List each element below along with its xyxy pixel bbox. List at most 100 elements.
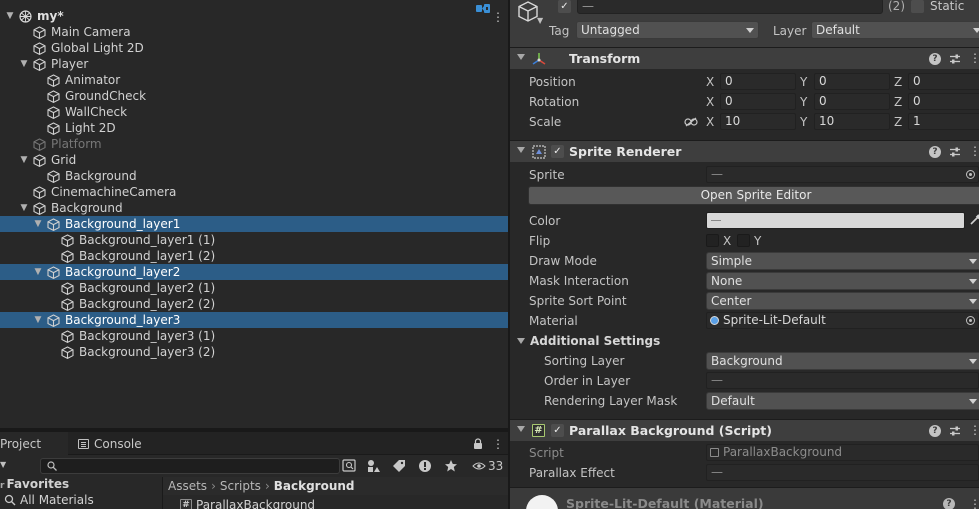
hierarchy-row[interactable]: ▼ Background_layer1: [0, 216, 508, 232]
hierarchy-row[interactable]: Background: [0, 168, 508, 184]
hierarchy-row[interactable]: ▼ Background_layer3: [0, 312, 508, 328]
open-sprite-editor-button[interactable]: Open Sprite Editor: [528, 186, 979, 205]
additional-settings-fold-icon[interactable]: [517, 338, 525, 344]
hierarchy-row[interactable]: Global Light 2D: [0, 40, 508, 56]
material-field[interactable]: Sprite-Lit-Default: [706, 312, 979, 329]
sorting-layer-dropdown[interactable]: Background: [706, 352, 979, 370]
icon-dropdown-arrow-icon[interactable]: ▼: [537, 16, 543, 25]
constrain-proportions-icon[interactable]: [684, 117, 698, 127]
additional-settings-label[interactable]: Additional Settings: [530, 332, 660, 350]
asset-item-parallax-background[interactable]: # ParallaxBackground: [180, 498, 315, 509]
gameobject-name-field[interactable]: —: [577, 0, 883, 14]
tab-project[interactable]: Project: [0, 432, 68, 455]
help-icon[interactable]: ?: [943, 498, 955, 509]
scale-x-axis-label[interactable]: X: [706, 113, 714, 131]
fold-arrow-icon[interactable]: [517, 426, 525, 432]
fold-arrow-icon[interactable]: ▼: [19, 152, 29, 168]
fold-arrow-icon[interactable]: [517, 147, 525, 153]
help-icon[interactable]: ?: [929, 425, 941, 437]
hierarchy-row[interactable]: ▼ Background: [0, 200, 508, 216]
sprite-sort-point-dropdown[interactable]: Center: [706, 292, 979, 310]
transform-header[interactable]: Transform ? ⋮: [510, 47, 979, 69]
hierarchy-row[interactable]: Main Camera: [0, 24, 508, 40]
hierarchy-row[interactable]: Background_layer2 (1): [0, 280, 508, 296]
hidden-packages-toggle[interactable]: 33: [472, 458, 503, 474]
hierarchy-kebab-icon[interactable]: ⋮: [492, 11, 504, 23]
tag-dropdown[interactable]: Untagged: [576, 21, 759, 39]
scale-z-axis-label[interactable]: Z: [894, 113, 902, 131]
order-in-layer-field[interactable]: —: [706, 372, 979, 389]
fold-arrow-icon[interactable]: ▼: [33, 312, 43, 328]
scale-z-field[interactable]: 1: [908, 113, 979, 130]
position-x-axis-label[interactable]: X: [706, 73, 714, 91]
tab-console[interactable]: Console: [76, 432, 166, 455]
parallax-effect-field[interactable]: —: [706, 464, 979, 481]
position-y-field[interactable]: 0: [814, 73, 890, 90]
hierarchy-row[interactable]: WallCheck: [0, 104, 508, 120]
cinemachine-camera-icon[interactable]: [476, 3, 492, 14]
rotation-y-axis-label[interactable]: Y: [800, 93, 807, 111]
sprite-renderer-header[interactable]: ✓ Sprite Renderer ? ⋮: [510, 140, 979, 162]
hierarchy-row[interactable]: Animator: [0, 72, 508, 88]
hierarchy-row[interactable]: Background_layer2 (2): [0, 296, 508, 312]
hierarchy-row[interactable]: Background_layer1 (1): [0, 232, 508, 248]
rotation-z-axis-label[interactable]: Z: [894, 93, 902, 111]
position-y-axis-label[interactable]: Y: [800, 73, 807, 91]
hierarchy-row[interactable]: Background_layer3 (1): [0, 328, 508, 344]
scale-y-field[interactable]: 10: [814, 113, 890, 130]
script-field[interactable]: ParallaxBackground: [706, 444, 979, 461]
sprite-renderer-enabled-checkbox[interactable]: ✓: [551, 145, 564, 158]
scene-row[interactable]: ▼ my*: [0, 8, 508, 24]
flip-y-checkbox[interactable]: [737, 234, 750, 247]
project-kebab-icon[interactable]: ⋮: [492, 438, 504, 450]
hierarchy-row[interactable]: ▼ Background_layer2: [0, 264, 508, 280]
favorites-heading[interactable]: r Favorites: [0, 477, 69, 491]
static-checkbox[interactable]: [911, 0, 924, 13]
parallax-background-header[interactable]: # ✓ Parallax Background (Script) ? ⋮: [510, 419, 979, 441]
filter-by-label-icon[interactable]: [391, 459, 407, 473]
fold-arrow-icon[interactable]: ▼: [5, 8, 15, 24]
breadcrumb-background[interactable]: Background: [274, 479, 355, 493]
presets-icon[interactable]: [949, 146, 961, 158]
fold-arrow-icon[interactable]: ▼: [19, 56, 29, 72]
lock-icon[interactable]: [473, 438, 483, 450]
hierarchy-row[interactable]: ▼ Player: [0, 56, 508, 72]
rendering-layer-mask-dropdown[interactable]: Default: [706, 392, 979, 410]
hierarchy-row[interactable]: Background_layer3 (2): [0, 344, 508, 360]
material-preview-header[interactable]: Sprite-Lit-Default (Material) ? ⋮: [510, 487, 979, 509]
help-icon[interactable]: ?: [929, 53, 941, 65]
position-x-field[interactable]: 0: [720, 73, 796, 90]
rotation-x-field[interactable]: 0: [720, 93, 796, 110]
mask-interaction-dropdown[interactable]: None: [706, 272, 979, 290]
object-picker-icon[interactable]: [966, 316, 975, 325]
parallax-enabled-checkbox[interactable]: ✓: [551, 424, 564, 437]
hierarchy-row[interactable]: Background_layer1 (2): [0, 248, 508, 264]
fold-arrow-icon[interactable]: [517, 54, 525, 60]
hierarchy-row[interactable]: CinemachineCamera: [0, 184, 508, 200]
component-kebab-icon[interactable]: ⋮: [969, 145, 979, 157]
sprite-field[interactable]: —: [706, 166, 979, 183]
hierarchy-row[interactable]: ▼ Grid: [0, 152, 508, 168]
presets-icon[interactable]: [949, 53, 961, 65]
color-field[interactable]: [706, 212, 965, 229]
hierarchy-row[interactable]: GroundCheck: [0, 88, 508, 104]
rotation-y-field[interactable]: 0: [814, 93, 890, 110]
scale-x-field[interactable]: 10: [720, 113, 796, 130]
project-search-input[interactable]: [40, 458, 340, 474]
draw-mode-dropdown[interactable]: Simple: [706, 252, 979, 270]
object-picker-icon[interactable]: [966, 170, 975, 179]
component-kebab-icon[interactable]: ⋮: [969, 424, 979, 436]
rotation-z-field[interactable]: 0: [908, 93, 979, 110]
filter-by-type-icon[interactable]: [366, 459, 382, 473]
breadcrumb-assets[interactable]: Assets: [168, 479, 207, 493]
eyedropper-icon[interactable]: [969, 214, 979, 226]
position-z-field[interactable]: 0: [908, 73, 979, 90]
breadcrumb-scripts[interactable]: Scripts: [220, 479, 261, 493]
fold-arrow-icon[interactable]: ▼: [33, 264, 43, 280]
search-by-type-icon[interactable]: [342, 459, 358, 473]
rotation-x-axis-label[interactable]: X: [706, 93, 714, 111]
presets-icon[interactable]: [949, 425, 961, 437]
gameobject-active-checkbox[interactable]: ✓: [558, 0, 571, 13]
layer-dropdown[interactable]: Default: [811, 21, 979, 39]
hierarchy-row[interactable]: Light 2D: [0, 120, 508, 136]
